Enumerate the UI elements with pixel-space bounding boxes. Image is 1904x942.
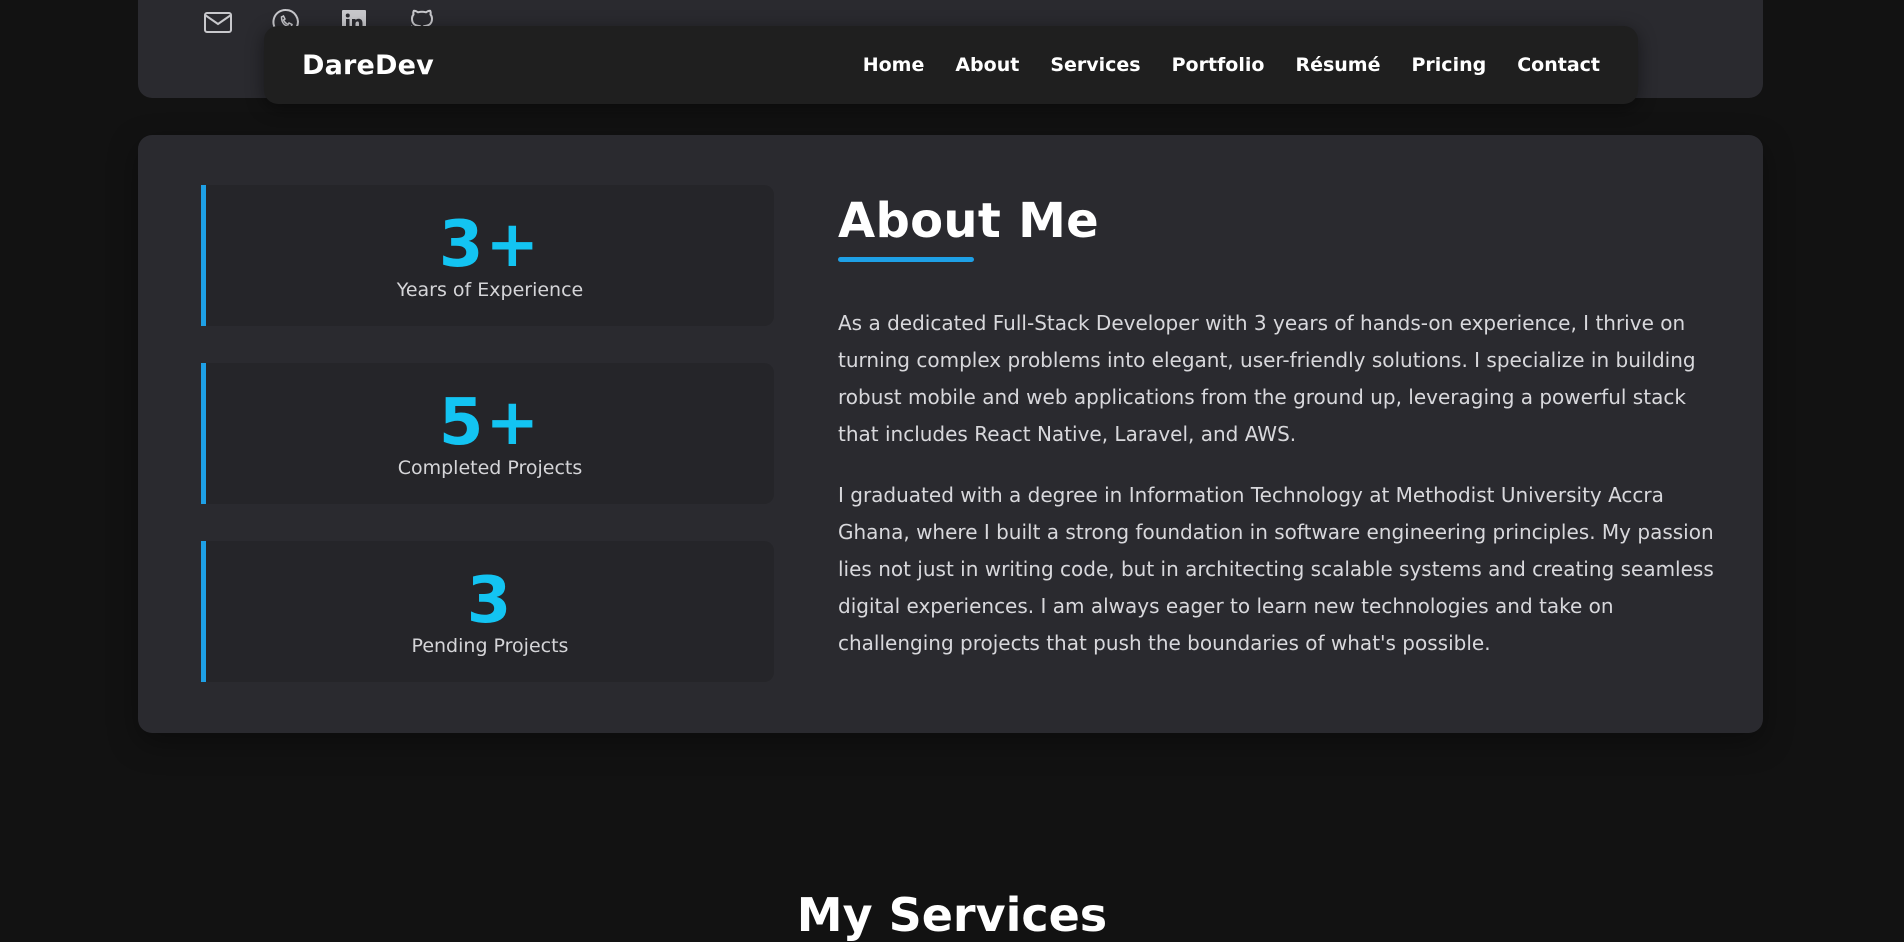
stat-label: Pending Projects xyxy=(411,635,569,657)
brand-logo[interactable]: DareDev xyxy=(302,50,434,81)
navbar: DareDev Home About Services Portfolio Ré… xyxy=(264,26,1638,104)
about-paragraph: I graduated with a degree in Information… xyxy=(838,483,1714,655)
nav-link-pricing[interactable]: Pricing xyxy=(1412,54,1487,76)
services-section-title: My Services xyxy=(796,888,1108,942)
stat-value: 5+ xyxy=(438,386,542,460)
nav-link-contact[interactable]: Contact xyxy=(1517,54,1600,76)
stat-label: Years of Experience xyxy=(396,279,584,301)
stat-value: 3 xyxy=(466,564,514,638)
about-title: About Me xyxy=(838,193,1100,249)
about-text: As a dedicated Full-Stack Developer with… xyxy=(838,305,1718,686)
nav-link-services[interactable]: Services xyxy=(1050,54,1140,76)
stat-value: 3+ xyxy=(438,208,542,282)
stat-card-experience: 3+ Years of Experience xyxy=(201,185,774,326)
nav-link-resume[interactable]: Résumé xyxy=(1295,54,1380,76)
stat-card-pending: 3 Pending Projects xyxy=(201,541,774,682)
about-paragraph: As a dedicated Full-Stack Developer with… xyxy=(838,311,1696,446)
about-section: 3+ Years of Experience 5+ Completed Proj… xyxy=(138,135,1763,733)
nav-links: Home About Services Portfolio Résumé Pri… xyxy=(863,54,1600,76)
nav-link-about[interactable]: About xyxy=(955,54,1019,76)
nav-link-portfolio[interactable]: Portfolio xyxy=(1172,54,1265,76)
stat-card-completed: 5+ Completed Projects xyxy=(201,363,774,504)
stat-label: Completed Projects xyxy=(397,457,583,479)
nav-link-home[interactable]: Home xyxy=(863,54,925,76)
title-underline xyxy=(838,257,974,262)
mail-icon[interactable] xyxy=(202,6,234,38)
